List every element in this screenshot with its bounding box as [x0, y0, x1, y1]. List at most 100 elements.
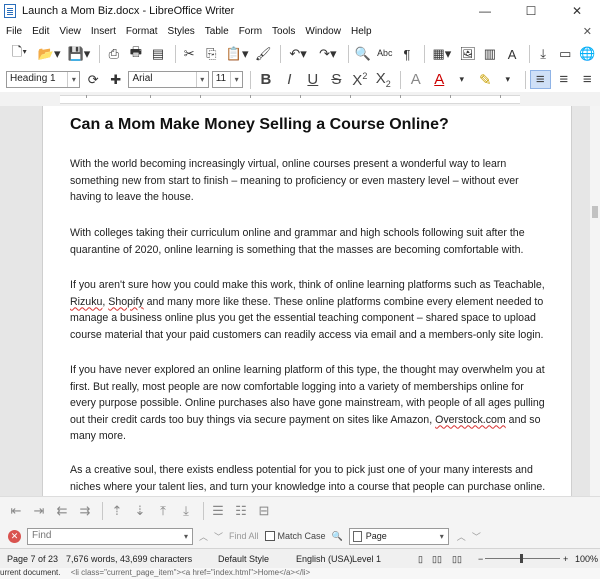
- menu-edit[interactable]: Edit: [32, 26, 49, 37]
- zoom-in-icon[interactable]: +: [563, 554, 568, 564]
- maximize-button[interactable]: ☐: [508, 0, 554, 22]
- demote-with-subpoints-icon[interactable]: ⇇: [52, 501, 72, 521]
- promote-with-subpoints-icon[interactable]: ⇉: [75, 501, 95, 521]
- insert-textbox-icon[interactable]: A: [503, 44, 522, 64]
- move-down-with-subpoints-icon[interactable]: ⤓: [176, 501, 196, 521]
- font-color-icon[interactable]: A: [429, 71, 450, 88]
- new-style-icon[interactable]: ✚: [106, 70, 126, 90]
- chevron-down-icon[interactable]: ▾: [452, 70, 472, 90]
- find-replace-icon[interactable]: 🔍: [353, 44, 372, 64]
- menu-form[interactable]: Form: [239, 26, 262, 37]
- insert-unnumbered-entry-icon[interactable]: ☰: [208, 501, 228, 521]
- globe-icon[interactable]: 🌐: [578, 44, 597, 64]
- language[interactable]: English (USA): [296, 554, 353, 564]
- find-next-icon[interactable]: ﹀: [214, 530, 223, 543]
- copy-icon[interactable]: ⎘: [202, 44, 221, 64]
- misspelled-word[interactable]: Rizuku: [70, 296, 102, 308]
- clear-formatting-icon[interactable]: A: [405, 71, 426, 88]
- menu-styles[interactable]: Styles: [168, 26, 195, 37]
- menu-tools[interactable]: Tools: [272, 26, 295, 37]
- ruler-tick: [250, 95, 251, 98]
- menu-table[interactable]: Table: [205, 26, 229, 37]
- print-preview-icon[interactable]: ▤: [149, 44, 168, 64]
- multi-page-view-icon[interactable]: ▯▯: [432, 554, 442, 565]
- close-document-icon[interactable]: ✕: [583, 25, 592, 38]
- strikethrough-icon[interactable]: S: [326, 71, 347, 88]
- menu-window[interactable]: Window: [305, 26, 341, 37]
- insert-chart-icon[interactable]: ▥: [480, 44, 499, 64]
- move-item-down-icon[interactable]: ⇣: [130, 501, 150, 521]
- bold-icon[interactable]: B: [255, 71, 276, 88]
- menu-insert[interactable]: Insert: [91, 26, 116, 37]
- find-replace-dialog-icon[interactable]: 🔍: [332, 531, 343, 542]
- menu-file[interactable]: File: [6, 26, 22, 37]
- zoom-out-icon[interactable]: −: [478, 554, 483, 564]
- italic-icon[interactable]: I: [279, 71, 300, 88]
- demote-icon[interactable]: ⇤: [6, 501, 26, 521]
- menu-format[interactable]: Format: [126, 26, 158, 37]
- no-list-icon[interactable]: ⊟: [254, 501, 274, 521]
- new-document-icon[interactable]: 🗋▾: [6, 44, 33, 64]
- single-page-view-icon[interactable]: ▯: [418, 554, 423, 565]
- close-find-bar-icon[interactable]: ✕: [8, 529, 21, 543]
- align-left-icon[interactable]: ≡: [529, 70, 552, 89]
- indent-marker-icon[interactable]: [86, 95, 87, 98]
- font-size-select[interactable]: 11 ▾: [211, 71, 244, 88]
- move-up-with-subpoints-icon[interactable]: ⤒: [153, 501, 173, 521]
- paste-icon[interactable]: 📋▾: [224, 44, 251, 64]
- insert-table-icon[interactable]: ▦▾: [428, 44, 455, 64]
- toolbar-separator: [203, 501, 204, 520]
- navigate-by-select[interactable]: Page ▾: [348, 527, 449, 545]
- menu-help[interactable]: Help: [351, 26, 372, 37]
- insert-page-break-icon[interactable]: ⤓: [534, 44, 553, 64]
- clone-formatting-icon[interactable]: 🖌: [254, 44, 273, 64]
- underline-icon[interactable]: U: [302, 71, 323, 88]
- find-input[interactable]: Find ▾: [27, 527, 193, 545]
- vertical-scrollbar[interactable]: [590, 106, 600, 496]
- page-count[interactable]: Page 7 of 23: [7, 554, 58, 564]
- promote-icon[interactable]: ⇥: [29, 501, 49, 521]
- menu-view[interactable]: View: [59, 26, 81, 37]
- formatting-marks-icon[interactable]: ¶: [397, 44, 416, 64]
- next-element-icon[interactable]: ﹀: [472, 530, 481, 543]
- move-item-up-icon[interactable]: ⇡: [107, 501, 127, 521]
- undo-icon[interactable]: ↶▾: [285, 44, 312, 64]
- page-style[interactable]: Default Style: [218, 554, 269, 564]
- word-count[interactable]: 7,676 words, 43,699 characters: [66, 554, 192, 564]
- ruler-tick: [400, 95, 401, 98]
- align-center-icon[interactable]: ≡: [553, 71, 574, 88]
- misspelled-word[interactable]: Overstock.com: [435, 414, 506, 426]
- match-case-checkbox[interactable]: [264, 531, 275, 541]
- insert-image-icon[interactable]: 🖼: [458, 44, 477, 64]
- font-name-select[interactable]: Arial ▾: [128, 71, 209, 88]
- find-previous-icon[interactable]: ︿: [199, 530, 208, 543]
- spelling-icon[interactable]: ᴬᵇᶜ: [375, 44, 394, 64]
- superscript-icon[interactable]: X2: [349, 71, 370, 89]
- cut-icon[interactable]: ✂: [180, 44, 199, 64]
- horizontal-ruler[interactable]: [0, 92, 600, 106]
- previous-element-icon[interactable]: ︿: [457, 530, 466, 543]
- redo-icon[interactable]: ↷▾: [314, 44, 341, 64]
- align-right-icon[interactable]: ≡: [577, 71, 598, 88]
- update-style-icon[interactable]: ⟳: [83, 70, 103, 90]
- document-page[interactable]: Can a Mom Make Money Selling a Course On…: [42, 106, 572, 496]
- book-view-icon[interactable]: ▯▯: [452, 554, 462, 565]
- open-folder-icon[interactable]: 📂▾: [36, 44, 63, 64]
- zoom-level[interactable]: 100%: [575, 554, 598, 564]
- scrollbar-thumb[interactable]: [592, 206, 598, 218]
- minimize-button[interactable]: —: [462, 0, 508, 22]
- print-icon[interactable]: 🖶: [126, 44, 145, 64]
- close-window-button[interactable]: ✕: [554, 0, 600, 22]
- save-icon[interactable]: 💾▾: [66, 44, 93, 64]
- menu-bar: File Edit View Insert Format Styles Tabl…: [0, 22, 600, 41]
- subscript-icon[interactable]: X2: [373, 70, 394, 89]
- chevron-down-icon[interactable]: ▾: [498, 70, 518, 90]
- restart-numbering-icon[interactable]: ☷: [231, 501, 251, 521]
- export-pdf-icon[interactable]: ⎙: [104, 44, 123, 64]
- paragraph-style-select[interactable]: Heading 1 ▾: [6, 71, 81, 88]
- highlighting-icon[interactable]: ✎: [475, 71, 496, 89]
- zoom-slider-thumb[interactable]: [520, 554, 523, 563]
- insert-field-icon[interactable]: ▭: [556, 44, 575, 64]
- find-all-button[interactable]: Find All: [229, 531, 259, 541]
- misspelled-word[interactable]: Shopify: [108, 296, 143, 308]
